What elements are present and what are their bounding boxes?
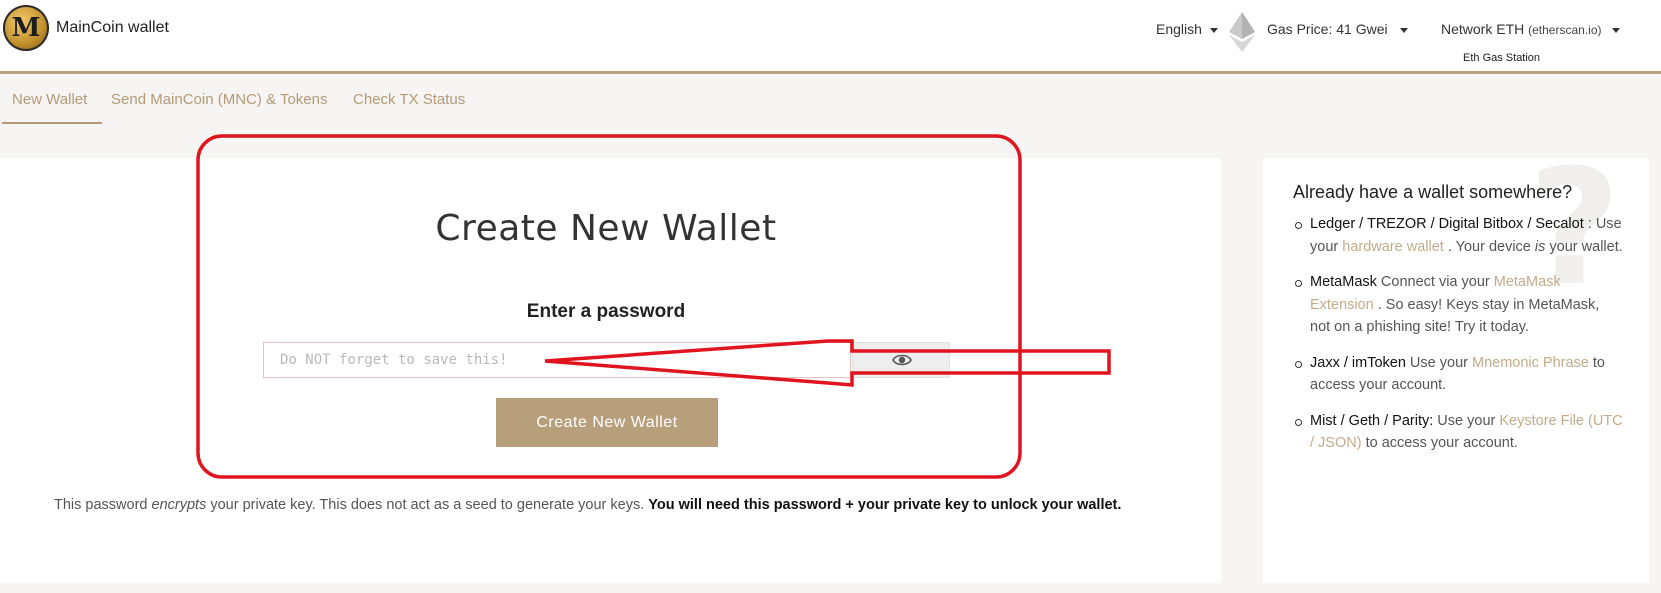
password-heading: Enter a password <box>526 301 686 322</box>
logo-letter: M <box>11 13 41 43</box>
tab-new-wallet[interactable]: New Wallet <box>12 91 87 108</box>
list-item: MetaMask Connect via your MetaMask Exten… <box>1293 271 1623 339</box>
note-text: This password <box>54 497 152 513</box>
app-title[interactable]: MainCoin wallet <box>56 19 169 37</box>
chevron-down-icon <box>1399 27 1408 33</box>
note-bold: You will need this password + your priva… <box>648 497 1122 513</box>
list-item-text: Use your <box>1405 354 1472 371</box>
network-source: (etherscan.io) <box>1528 23 1602 37</box>
language-dropdown[interactable]: English <box>1156 21 1218 37</box>
gas-station-link[interactable]: Eth Gas Station <box>1463 52 1540 64</box>
page-title: Create New Wallet <box>435 208 777 249</box>
tab-send[interactable]: Send MainCoin (MNC) & Tokens <box>111 91 327 108</box>
password-note: This password encrypts your private key.… <box>54 497 1121 513</box>
create-new-wallet-button[interactable]: Create New Wallet <box>496 398 718 447</box>
list-item-title: MetaMask <box>1310 274 1377 290</box>
chevron-down-icon <box>1209 27 1218 33</box>
tab-check-tx-status[interactable]: Check TX Status <box>353 91 465 108</box>
list-item-text: to access your account. <box>1361 435 1518 451</box>
network-dropdown[interactable]: Network ETH (etherscan.io) <box>1441 21 1620 37</box>
list-item: Jaxx / imToken Use your Mnemonic Phrase … <box>1293 352 1623 397</box>
note-emphasis: encrypts <box>151 497 207 513</box>
network-label: Network ETH <box>1441 21 1525 37</box>
list-item-text: your wallet. <box>1545 238 1623 255</box>
list-item: Mist / Geth / Parity: Use your Keystore … <box>1293 410 1623 455</box>
side-list: Ledger / TREZOR / Digital Bitbox / Secal… <box>1293 213 1623 468</box>
list-item-text: . Your device <box>1443 238 1535 255</box>
hardware-wallet-link[interactable]: hardware wallet <box>1342 239 1444 255</box>
ethereum-icon <box>1229 12 1255 52</box>
header: M MainCoin wallet English Gas Price: 41 … <box>0 0 1661 74</box>
logo-icon[interactable]: M <box>3 5 49 51</box>
list-item-title: Jaxx / imToken <box>1310 354 1406 371</box>
list-item-title: Ledger / TREZOR / Digital Bitbox / Secal… <box>1310 216 1584 232</box>
gas-price-dropdown[interactable]: Gas Price: 41 Gwei <box>1267 21 1408 37</box>
language-label: English <box>1156 21 1202 37</box>
chevron-down-icon <box>1611 27 1620 33</box>
nav-tabs: New Wallet Send MainCoin (MNC) & Tokens … <box>0 74 1661 124</box>
side-title: Already have a wallet somewhere? <box>1293 182 1573 202</box>
note-text: your private key. This does not act as a… <box>206 497 649 513</box>
list-item-text: Connect via your <box>1376 274 1494 290</box>
eye-icon <box>892 354 912 366</box>
mnemonic-phrase-link[interactable]: Mnemonic Phrase <box>1472 355 1589 371</box>
password-input[interactable] <box>263 342 851 378</box>
show-password-button[interactable] <box>852 342 950 378</box>
active-tab-indicator <box>2 122 102 124</box>
list-item-text: Use your <box>1433 412 1500 429</box>
list-item-emphasis: is <box>1534 238 1546 255</box>
list-item-title: Mist / Geth / Parity: <box>1310 412 1434 429</box>
list-item: Ledger / TREZOR / Digital Bitbox / Secal… <box>1293 213 1623 258</box>
gas-price-label: Gas Price: 41 Gwei <box>1267 21 1388 37</box>
